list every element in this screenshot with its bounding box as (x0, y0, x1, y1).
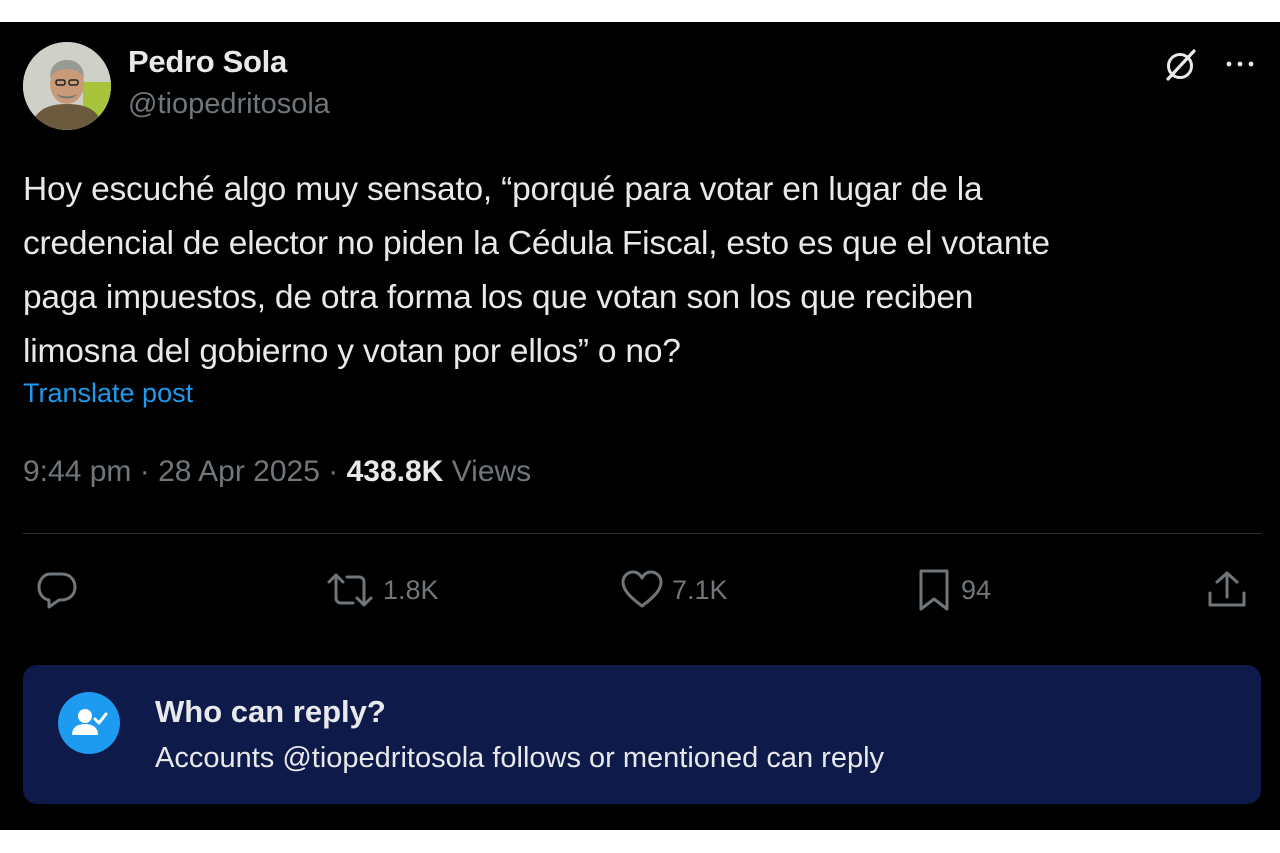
meta-separator: · (139, 455, 150, 488)
grok-icon[interactable] (1163, 47, 1199, 83)
retweet-icon (327, 573, 373, 607)
tweet-metadata: 9:44 pm · 28 Apr 2025 · 438.8K Views (23, 455, 531, 489)
author-handle[interactable]: @tiopedritosola (128, 88, 330, 121)
person-check-icon (58, 692, 120, 754)
like-count: 7.1K (672, 574, 728, 605)
author-display-name[interactable]: Pedro Sola (128, 44, 287, 80)
heart-icon (621, 570, 663, 608)
share-upload-icon (1208, 571, 1246, 607)
meta-separator: · (328, 455, 339, 488)
avatar-photo (23, 42, 111, 130)
author-avatar[interactable] (23, 42, 111, 130)
like-button[interactable]: 7.1K (620, 568, 728, 612)
who-can-reply-box (23, 665, 1261, 804)
bookmark-button[interactable]: 94 (915, 568, 991, 612)
tweet-date[interactable]: 28 Apr 2025 (158, 455, 320, 488)
tweet-time[interactable]: 9:44 pm (23, 455, 131, 488)
retweet-count: 1.8K (383, 574, 439, 605)
share-button[interactable] (1206, 568, 1248, 612)
more-dots-icon[interactable] (1224, 52, 1256, 76)
tweet-text: Hoy escuché algo muy sensato, “porqué pa… (23, 171, 1050, 370)
divider (23, 533, 1261, 534)
views-label: Views (451, 455, 532, 488)
translate-post-link[interactable]: Translate post (23, 378, 193, 409)
speech-bubble-icon (37, 572, 77, 609)
who-can-reply-description: Accounts @tiopedritosola follows or ment… (155, 742, 885, 774)
who-can-reply-title: Who can reply? (155, 694, 386, 729)
views-count[interactable]: 438.8K (347, 455, 444, 488)
reply-button[interactable] (36, 568, 78, 612)
bookmark-icon (919, 569, 949, 611)
bookmark-count: 94 (961, 574, 992, 605)
retweet-button[interactable]: 1.8K (325, 568, 439, 612)
